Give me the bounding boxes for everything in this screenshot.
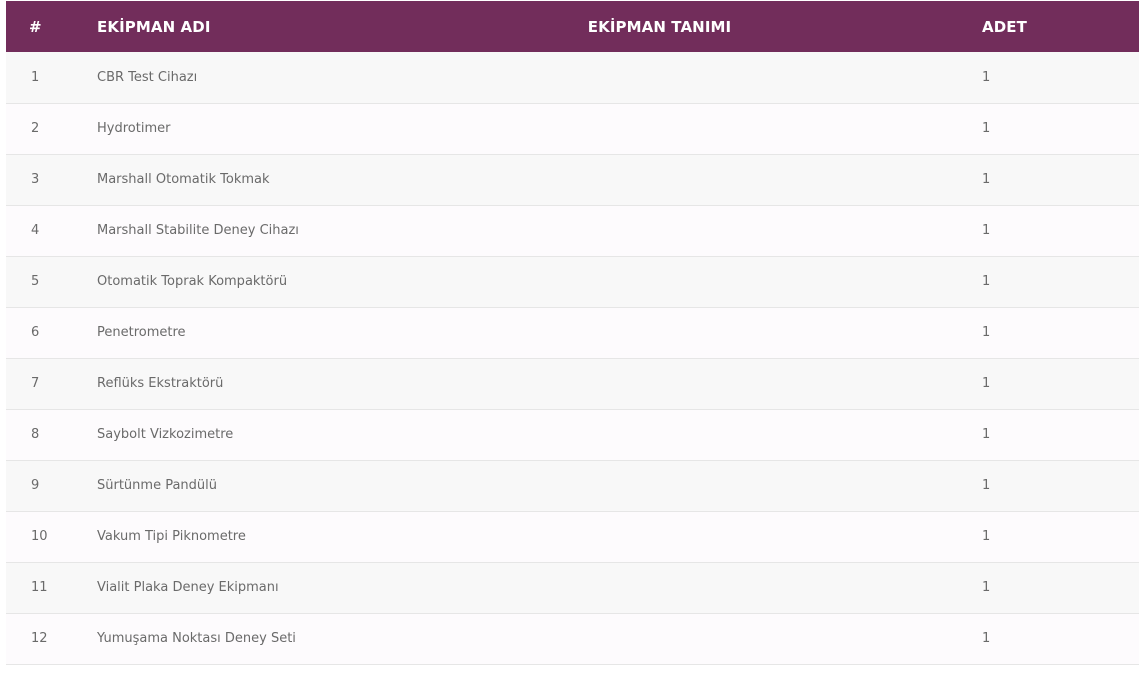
row-equipment-name: Yumuşama Noktası Deney Seti xyxy=(97,631,296,646)
row-equipment-name: CBR Test Cihazı xyxy=(97,69,198,85)
row-number: 12 xyxy=(31,631,48,646)
row-equipment-name: Vialit Plaka Deney Ekipmanı xyxy=(97,580,279,595)
row-quantity: 1 xyxy=(982,631,991,646)
table-row: 8 Saybolt Vizkozimetre 1 xyxy=(6,409,1139,460)
row-equipment-description xyxy=(397,562,982,613)
row-equipment-description xyxy=(397,52,982,103)
row-number: 1 xyxy=(31,69,40,85)
row-equipment-description xyxy=(397,307,982,358)
table-row: 12 Yumuşama Noktası Deney Seti 1 xyxy=(6,613,1139,664)
table-row: 3 Marshall Otomatik Tokmak 1 xyxy=(6,154,1139,205)
row-quantity: 1 xyxy=(982,376,991,391)
row-equipment-name: Sürtünme Pandülü xyxy=(97,478,218,493)
row-number: 8 xyxy=(31,427,40,442)
table-row: 5 Otomatik Toprak Kompaktörü 1 xyxy=(6,256,1139,307)
row-equipment-name: Hydrotimer xyxy=(97,121,171,136)
row-equipment-description xyxy=(397,409,982,460)
row-equipment-name: Saybolt Vizkozimetre xyxy=(97,427,234,442)
row-equipment-name: Vakum Tipi Piknometre xyxy=(97,529,246,544)
table-body: 1 CBR Test Cihazı 1 2 Hydrotimer 1 3 Marshall O… xyxy=(6,52,1139,664)
row-quantity: 1 xyxy=(982,121,991,136)
header-row: # EKİPMAN ADI EKİPMAN TANIMI ADET xyxy=(6,1,1139,52)
row-equipment-description xyxy=(397,256,982,307)
row-number: 11 xyxy=(31,580,48,595)
row-quantity: 1 xyxy=(982,69,991,85)
row-equipment-description xyxy=(397,103,982,154)
row-equipment-name: Marshall Stabilite Deney Cihazı xyxy=(97,223,299,238)
table-header: # EKİPMAN ADI EKİPMAN TANIMI ADET xyxy=(6,1,1139,52)
row-quantity: 1 xyxy=(982,580,991,595)
row-quantity: 1 xyxy=(982,325,991,340)
table-row: 10 Vakum Tipi Piknometre 1 xyxy=(6,511,1139,562)
row-number: 3 xyxy=(31,172,40,187)
header-number: # xyxy=(29,17,42,36)
header-quantity: ADET xyxy=(982,17,1027,36)
equipment-table-container: # EKİPMAN ADI EKİPMAN TANIMI ADET 1 CBR T… xyxy=(6,1,1139,665)
row-quantity: 1 xyxy=(982,172,991,187)
row-equipment-description xyxy=(397,613,982,664)
row-number: 4 xyxy=(31,223,40,238)
row-quantity: 1 xyxy=(982,274,991,289)
table-row: 11 Vialit Plaka Deney Ekipmanı 1 xyxy=(6,562,1139,613)
row-number: 2 xyxy=(31,121,40,136)
table-row: 2 Hydrotimer 1 xyxy=(6,103,1139,154)
equipment-table: # EKİPMAN ADI EKİPMAN TANIMI ADET 1 CBR T… xyxy=(6,1,1139,665)
row-equipment-description xyxy=(397,154,982,205)
row-equipment-description xyxy=(397,511,982,562)
row-number: 10 xyxy=(31,529,48,544)
row-quantity: 1 xyxy=(982,529,991,544)
row-number: 5 xyxy=(31,274,40,289)
table-row: 6 Penetrometre 1 xyxy=(6,307,1139,358)
table-row: 1 CBR Test Cihazı 1 xyxy=(6,52,1139,103)
row-number: 9 xyxy=(31,478,40,493)
table-row: 9 Sürtünme Pandülü 1 xyxy=(6,460,1139,511)
row-equipment-description xyxy=(397,205,982,256)
row-quantity: 1 xyxy=(982,478,991,493)
row-quantity: 1 xyxy=(982,427,991,442)
table-row: 7 Reflüks Ekstraktörü 1 xyxy=(6,358,1139,409)
row-equipment-description xyxy=(397,460,982,511)
header-equipment-name: EKİPMAN ADI xyxy=(97,17,211,36)
header-equipment-description: EKİPMAN TANIMI xyxy=(587,17,732,36)
table-row: 4 Marshall Stabilite Deney Cihazı 1 xyxy=(6,205,1139,256)
row-equipment-name: Penetrometre xyxy=(97,325,186,340)
row-number: 6 xyxy=(31,325,40,340)
row-quantity: 1 xyxy=(982,223,991,238)
row-number: 7 xyxy=(31,376,40,391)
row-equipment-description xyxy=(397,358,982,409)
row-equipment-name: Reflüks Ekstraktörü xyxy=(97,376,224,391)
row-equipment-name: Otomatik Toprak Kompaktörü xyxy=(97,274,288,289)
row-equipment-name: Marshall Otomatik Tokmak xyxy=(97,172,270,187)
